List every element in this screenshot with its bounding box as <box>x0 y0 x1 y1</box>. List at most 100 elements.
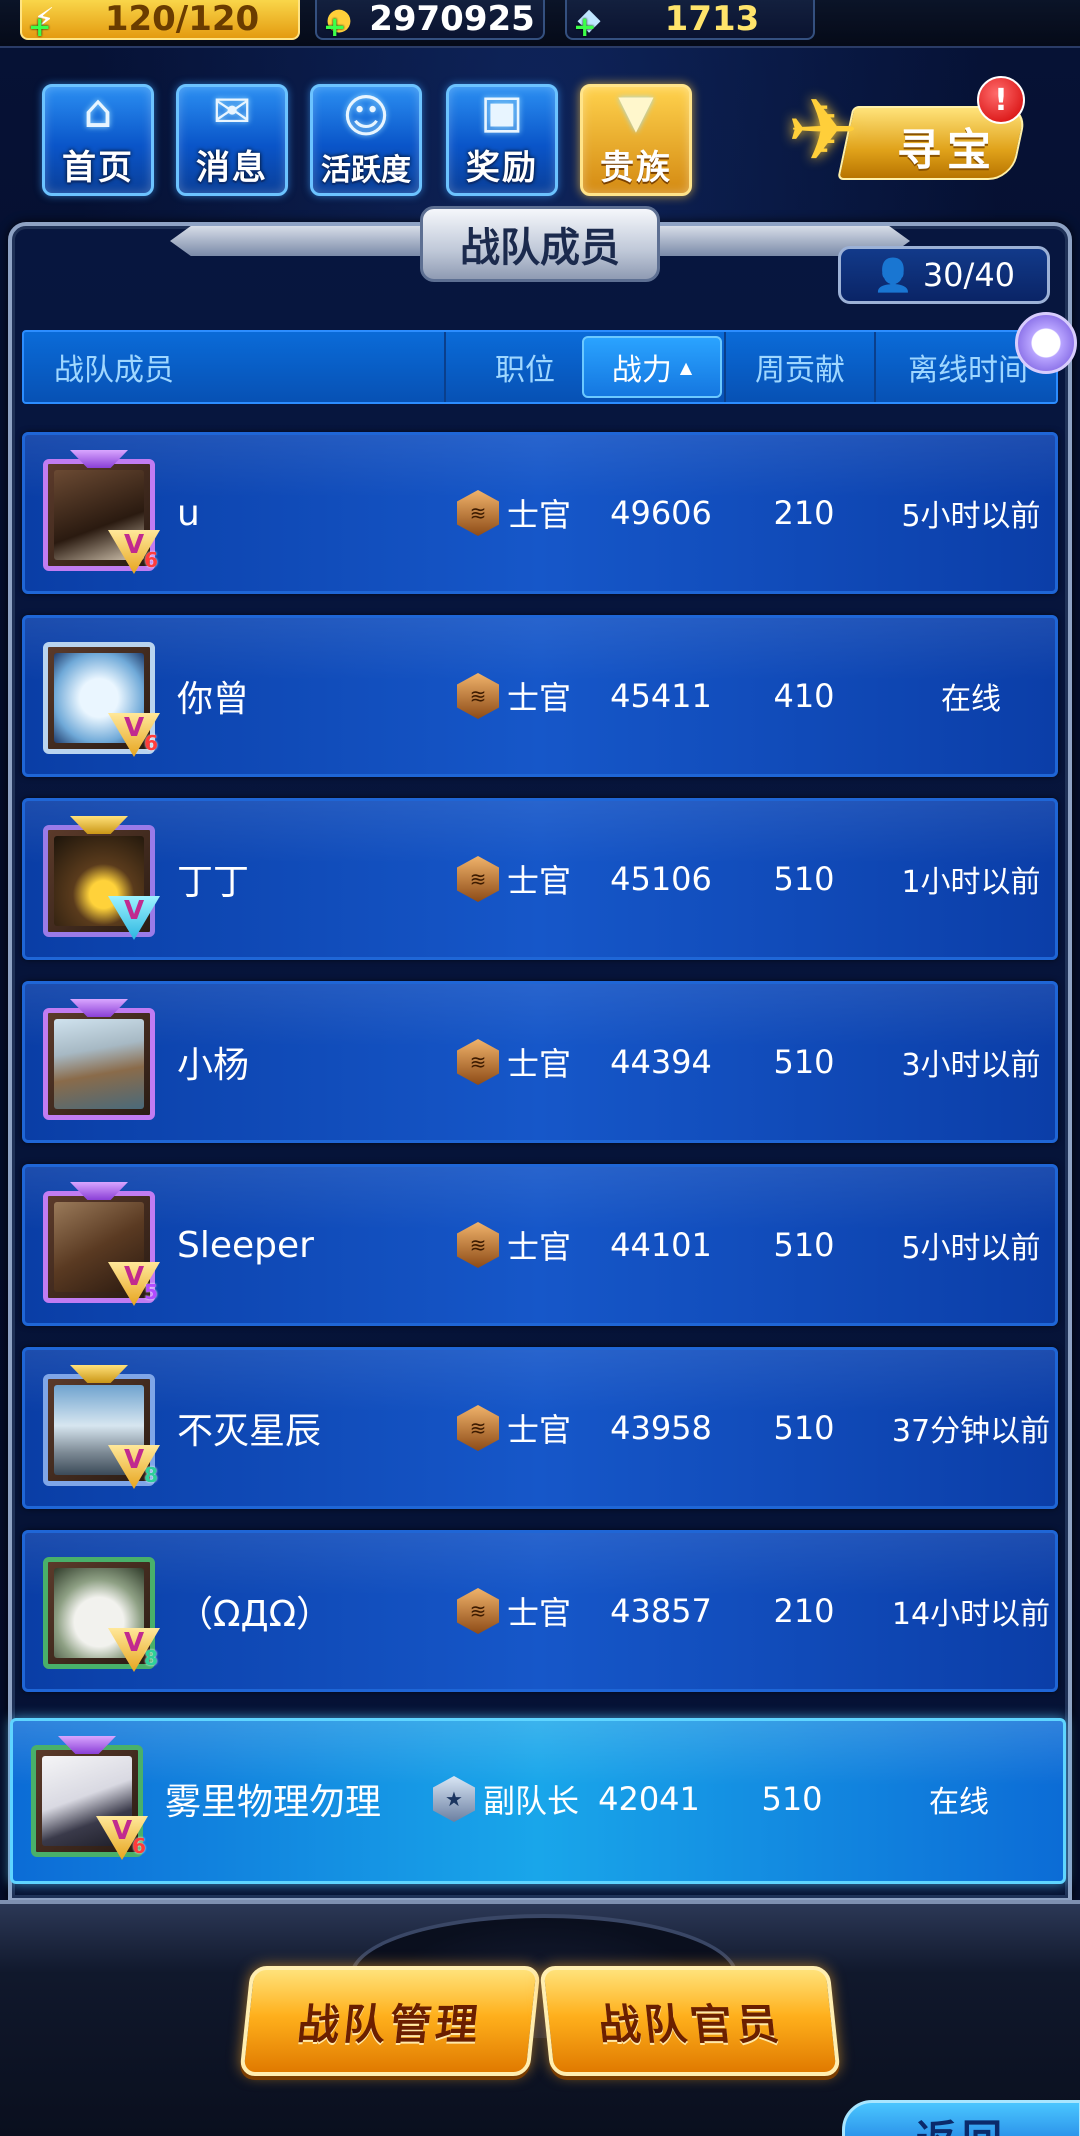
lightning-icon: ⚡ + <box>28 1 55 43</box>
avatar[interactable]: V 6 <box>43 450 160 574</box>
sergeant-rank-icon: ≋ <box>457 1039 499 1085</box>
member-weekly: 210 <box>773 1592 835 1630</box>
home-icon: ⌂ <box>83 84 113 138</box>
nav-rewards-label: 奖励 <box>466 148 538 188</box>
member-row[interactable]: V 5 Sleeper ≋ 士官 44101 510 5小时以前 <box>22 1164 1058 1326</box>
sergeant-rank-icon: ≋ <box>457 1588 499 1634</box>
noble-badge-icon: ▼ <box>618 84 654 138</box>
column-position[interactable]: 职位 <box>444 332 604 402</box>
avatar[interactable]: V <box>43 816 160 940</box>
member-offline: 1小时以前 <box>901 865 1041 900</box>
vip-level: 6 <box>144 731 158 755</box>
member-rank: ≋ 士官 <box>457 1533 571 1689</box>
member-rank: ★ 副队长 <box>433 1721 579 1877</box>
team-manage-button[interactable]: 战队管理 <box>239 1966 541 2076</box>
nav-home[interactable]: ⌂ 首页 <box>42 84 154 196</box>
gold-counter[interactable]: ● + 2970925 <box>315 0 545 43</box>
nav-activity[interactable]: ☺ 活跃度 <box>310 84 422 196</box>
vip-level: 6 <box>144 548 158 572</box>
member-power: 45106 <box>610 860 712 898</box>
nav-activity-label: 活跃度 <box>321 153 411 188</box>
member-power: 44101 <box>610 1226 712 1264</box>
nav-messages[interactable]: ✉ 消息 <box>176 84 288 196</box>
member-rank: ≋ 士官 <box>457 435 571 591</box>
gold-value: 2970925 <box>369 0 535 39</box>
avatar[interactable]: V 6 <box>43 642 160 757</box>
sort-arrow-icon: ▲ <box>679 357 693 377</box>
alert-badge: ! <box>977 76 1025 124</box>
member-count-value: 30/40 <box>922 256 1016 294</box>
nav-messages-label: 消息 <box>196 148 268 188</box>
avatar-image <box>54 1019 144 1109</box>
member-name: Sleeper <box>177 1224 314 1266</box>
avatar-frame-ornament <box>70 450 128 468</box>
member-row[interactable]: V 8 （ΩДΩ） ≋ 士官 43857 210 14小时以前 <box>22 1530 1058 1692</box>
gem-counter[interactable]: ◆ + 1713 <box>565 0 815 43</box>
scroll-handle[interactable] <box>1015 312 1077 374</box>
nav-noble[interactable]: ▼ 贵族 <box>580 84 692 196</box>
treasure-hunt-button[interactable]: ✈ 寻宝 ! <box>785 76 1028 192</box>
member-weekly: 410 <box>773 677 835 715</box>
member-row[interactable]: V 6 你曾 ≋ 士官 45411 410 在线 <box>22 615 1058 777</box>
avatar-frame-ornament <box>58 1736 116 1754</box>
member-offline: 5小时以前 <box>901 1231 1041 1266</box>
column-member[interactable]: 战队成员 <box>24 332 444 402</box>
member-offline: 在线 <box>929 1785 989 1820</box>
member-count-badge: 👤 30/40 <box>838 246 1050 304</box>
member-weekly: 510 <box>773 1409 835 1447</box>
column-power[interactable]: 战力 ▲ <box>582 336 722 398</box>
member-row[interactable]: V 8 不灭星辰 ≋ 士官 43958 510 37分钟以前 <box>22 1347 1058 1509</box>
member-name: 丁丁 <box>177 862 250 903</box>
member-power: 43857 <box>610 1592 712 1630</box>
nav-noble-label: 贵族 <box>600 148 672 188</box>
energy-counter[interactable]: ⚡ + 120/120 <box>20 0 300 43</box>
avatar[interactable]: V 8 <box>43 1557 160 1672</box>
sergeant-rank-icon: ≋ <box>457 1222 499 1268</box>
fighter-jet-icon: ✈ <box>787 81 860 181</box>
member-row[interactable]: V 6 u ≋ 士官 49606 210 5小时以前 <box>22 432 1058 594</box>
member-power: 44394 <box>610 1043 712 1081</box>
nav-rewards[interactable]: ▣ 奖励 <box>446 84 558 196</box>
avatar[interactable]: V 8 <box>43 1365 160 1489</box>
member-rank: ≋ 士官 <box>457 1167 571 1323</box>
sergeant-rank-icon: ≋ <box>457 673 499 719</box>
member-power: 42041 <box>598 1780 700 1818</box>
member-row-self[interactable]: V 6 雾里物理勿理 ★ 副队长 42041 510 在线 <box>10 1718 1066 1884</box>
rank-label: 士官 <box>507 1228 572 1266</box>
member-name: 小杨 <box>177 1045 250 1086</box>
member-weekly: 210 <box>773 494 835 532</box>
avatar-frame-ornament <box>70 1182 128 1200</box>
rank-label: 士官 <box>507 1411 572 1449</box>
return-button[interactable]: 返回 <box>842 2100 1080 2136</box>
member-rank: ≋ 士官 <box>457 618 571 774</box>
member-offline: 37分钟以前 <box>891 1414 1051 1449</box>
gold-coin-icon: ● + <box>323 1 353 43</box>
avatar[interactable]: V 6 <box>31 1736 148 1860</box>
vip-level: 5 <box>144 1280 158 1304</box>
rank-label: 士官 <box>507 1594 572 1632</box>
avatar[interactable] <box>43 999 155 1120</box>
vice-captain-rank-icon: ★ <box>433 1776 475 1822</box>
column-power-label: 战力 <box>611 353 672 388</box>
user-icon: 👤 <box>872 256 913 294</box>
column-weekly[interactable]: 周贡献 <box>724 332 874 402</box>
diamond-icon: ◆ + <box>573 1 601 43</box>
team-officers-button[interactable]: 战队官员 <box>539 1966 841 2076</box>
member-name: 你曾 <box>177 679 250 720</box>
title-wing-left <box>170 226 430 256</box>
member-power: 43958 <box>610 1409 712 1447</box>
resource-bar: ⚡ + 120/120 ● + 2970925 ◆ + 1713 <box>0 0 1080 48</box>
energy-value: 120/120 <box>104 0 260 39</box>
avatar[interactable]: V 5 <box>43 1182 160 1306</box>
member-row[interactable]: 小杨 ≋ 士官 44394 510 3小时以前 <box>22 981 1058 1143</box>
member-power: 49606 <box>610 494 712 532</box>
member-rank: ≋ 士官 <box>457 801 571 957</box>
member-name: （ΩДΩ） <box>177 1594 333 1635</box>
rank-label: 士官 <box>507 862 572 900</box>
member-row[interactable]: V 丁丁 ≋ 士官 45106 510 1小时以前 <box>22 798 1058 960</box>
member-power: 45411 <box>610 677 712 715</box>
member-offline: 3小时以前 <box>901 1048 1041 1083</box>
member-name: u <box>177 492 200 534</box>
gift-icon: ▣ <box>480 84 524 138</box>
member-weekly: 510 <box>773 1226 835 1264</box>
